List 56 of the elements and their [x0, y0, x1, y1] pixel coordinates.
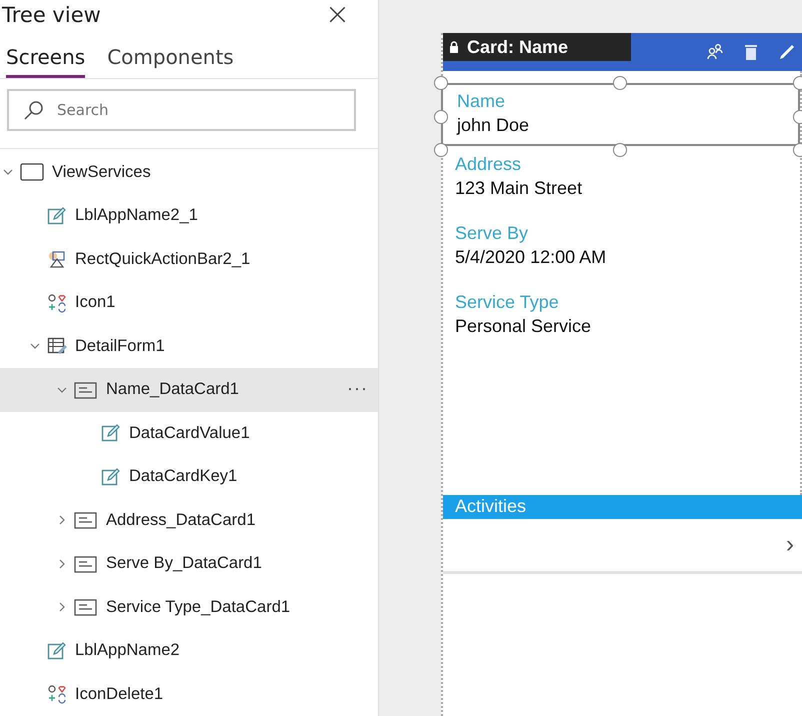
field-label: Address — [455, 154, 522, 175]
card-icon — [74, 510, 98, 530]
tree-item[interactable]: Name_DataCard1 ··· — [0, 368, 378, 412]
tree-item[interactable]: RectQuickActionBar2_1 — [0, 238, 378, 281]
field-label: Service Type — [455, 292, 560, 313]
data-card[interactable]: Service Type Personal Service — [443, 288, 800, 357]
icons-icon — [47, 292, 67, 313]
resize-handle[interactable] — [434, 143, 448, 157]
tree-item[interactable]: Icon1 — [0, 281, 378, 324]
lock-icon — [449, 41, 459, 53]
resize-handle[interactable] — [434, 76, 448, 90]
tree-item[interactable]: DataCardValue1 — [0, 412, 378, 455]
tab[interactable]: Components — [107, 40, 234, 78]
field-value: 5/4/2020 12:00 AM — [455, 247, 608, 268]
close-button[interactable]: × — [324, 0, 350, 30]
tree-item[interactable]: IconDelete1 — [0, 672, 378, 716]
icons-icon — [47, 684, 67, 704]
card-icon — [74, 380, 98, 400]
panel-title: Tree view — [2, 3, 101, 28]
tree-item[interactable]: Address_DataCard1 — [0, 498, 378, 542]
section-header: Activities — [443, 495, 802, 519]
screen-icon — [20, 162, 44, 182]
pencil-box-icon — [47, 206, 67, 226]
resize-handle[interactable] — [434, 110, 448, 124]
pencil-box-icon — [101, 466, 121, 487]
pencil-icon[interactable] — [778, 43, 796, 61]
form-icon — [47, 336, 67, 356]
people-icon[interactable] — [706, 43, 724, 61]
tree-item[interactable]: LblAppName2_1 — [0, 194, 378, 238]
tree-item[interactable]: DataCardKey1 — [0, 455, 378, 498]
search-field[interactable]: Search — [7, 88, 356, 130]
tree-item[interactable]: ViewServices — [0, 150, 378, 194]
pencil-box-icon — [101, 423, 121, 444]
resize-handle[interactable] — [612, 143, 626, 157]
more-button[interactable]: ··· — [347, 378, 368, 399]
tree-item[interactable]: Service Type_DataCard1 — [0, 586, 378, 629]
tree-item[interactable]: DetailForm1 — [0, 324, 378, 368]
field-value: john Doe — [457, 115, 530, 136]
card-icon — [74, 597, 98, 618]
data-card[interactable]: Serve By 5/4/2020 12:00 AM — [443, 219, 800, 288]
gallery-row[interactable]: › — [443, 519, 802, 574]
field-label: Serve By — [455, 223, 530, 244]
field-value: 123 Main Street — [455, 178, 584, 199]
trash-icon[interactable] — [744, 43, 758, 61]
search-icon — [23, 98, 45, 120]
tab[interactable]: Screens — [6, 40, 86, 78]
field-label: Name — [457, 91, 506, 112]
card-icon — [74, 554, 98, 574]
tree-item[interactable]: Serve By_DataCard1 — [0, 542, 378, 586]
resize-handle[interactable] — [612, 76, 626, 90]
tree-item[interactable]: LblAppName2 — [0, 629, 378, 672]
card-tooltip: Card: Name — [443, 33, 631, 61]
shapes-icon — [47, 249, 67, 270]
field-value: Personal Service — [455, 316, 592, 337]
data-card[interactable]: Address 123 Main Street — [443, 150, 800, 219]
pencil-box-icon — [47, 640, 67, 661]
